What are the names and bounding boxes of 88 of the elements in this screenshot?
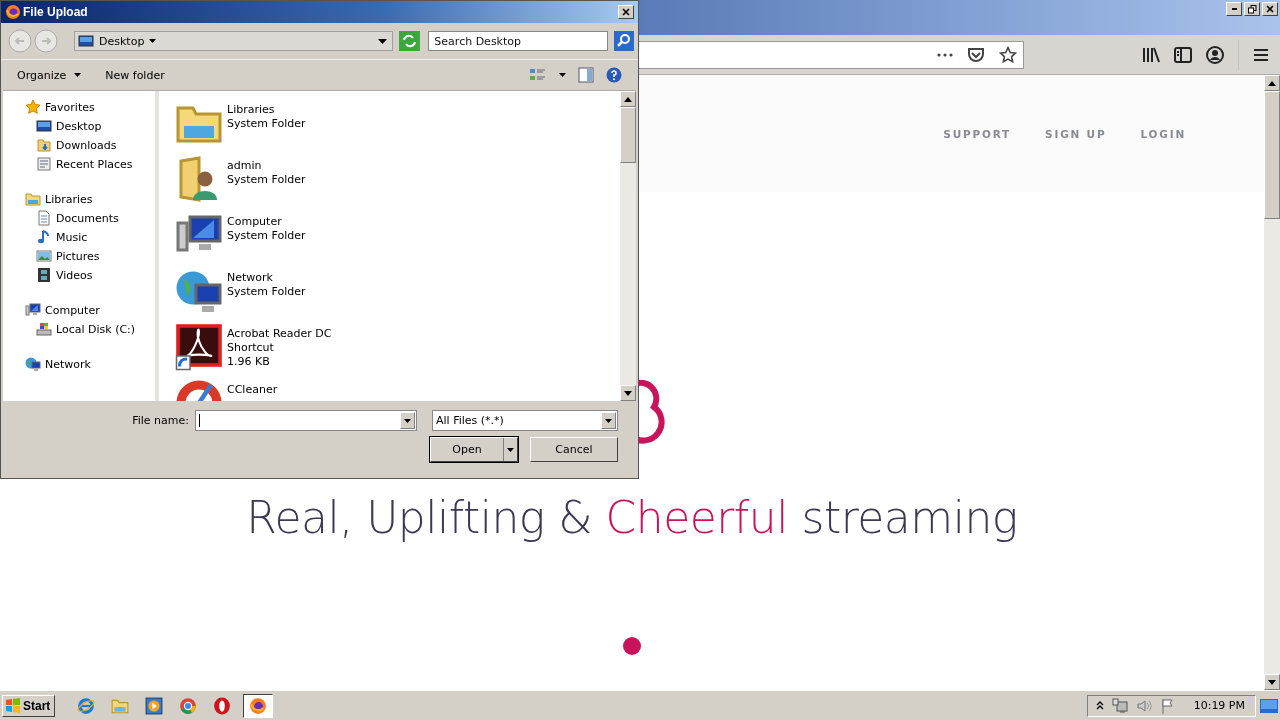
scroll-thumb[interactable] (1264, 91, 1280, 219)
scrollbar[interactable] (1264, 75, 1280, 690)
nav-item[interactable]: Documents (5, 210, 155, 226)
desktop-icon (36, 118, 52, 134)
caret-icon[interactable] (149, 39, 157, 43)
toolbar-button[interactable]: Organize (15, 68, 84, 82)
preview-pane-icon[interactable] (578, 67, 594, 83)
down-arrow-icon[interactable] (624, 390, 632, 396)
close-button[interactable] (1262, 2, 1278, 16)
computer-icon (25, 302, 41, 318)
windows-logo-icon (5, 697, 21, 714)
libraries-icon (25, 191, 41, 207)
loading-dot-icon (623, 637, 641, 655)
close-button[interactable] (618, 5, 634, 19)
taskbar-app[interactable] (243, 693, 274, 718)
star-icon (25, 99, 41, 115)
caret-icon[interactable] (507, 447, 514, 452)
up-arrow-icon[interactable] (624, 96, 632, 102)
minimize-button[interactable] (1226, 2, 1242, 16)
network-status-icon[interactable] (1111, 697, 1128, 714)
restore-button[interactable] (1244, 2, 1260, 16)
firefox-icon[interactable] (5, 4, 21, 20)
down-arrow-icon[interactable] (1268, 679, 1276, 685)
scrollbar[interactable] (620, 91, 636, 401)
nav-item[interactable]: Downloads (5, 137, 155, 153)
file-item[interactable]: Network System Folder (175, 267, 620, 315)
refresh-button[interactable] (399, 31, 421, 51)
close-icon (622, 8, 630, 16)
flag-icon[interactable] (1159, 697, 1176, 714)
file-name-field[interactable] (195, 410, 417, 431)
file-item[interactable]: admin System Folder (175, 155, 620, 203)
scroll-thumb[interactable] (620, 107, 636, 163)
recent-places-icon (36, 156, 52, 172)
folder-icon (36, 137, 52, 153)
network-icon (25, 356, 41, 372)
start-button[interactable]: Start (2, 694, 56, 717)
restore-icon (1247, 4, 1257, 14)
desktop-icon (78, 33, 94, 49)
star-icon[interactable] (999, 45, 1017, 64)
film-icon (36, 267, 52, 283)
pocket-icon[interactable] (967, 46, 985, 63)
file-item[interactable]: CCleaner (175, 379, 620, 401)
close-icon (1266, 5, 1274, 13)
search-field[interactable]: Search Desktop (428, 31, 609, 51)
dialog-title: File Upload (23, 5, 89, 19)
file-name-label: File name: (132, 414, 189, 427)
dropdown-arrow-icon[interactable] (378, 38, 388, 44)
nav-item[interactable]: Pictures (5, 248, 155, 264)
dropdown-arrow-icon[interactable] (605, 418, 612, 423)
menu-icon[interactable] (1253, 47, 1269, 62)
sidebar-icon[interactable] (1174, 46, 1192, 63)
help-icon[interactable] (606, 67, 622, 83)
more-icon[interactable] (937, 52, 953, 57)
headline: Real, Uplifting & Cheerful streaming (246, 492, 1018, 543)
acrobat-icon (175, 323, 223, 371)
file-type-dropdown[interactable]: All Files (*.*) (432, 410, 618, 431)
open-button[interactable]: Open (430, 437, 518, 462)
account-icon[interactable] (1206, 45, 1224, 64)
dropdown-arrow-icon[interactable] (404, 418, 411, 423)
location-bar[interactable]: Desktop (74, 31, 394, 51)
minimize-icon (1231, 8, 1237, 10)
nav-item[interactable]: Favorites (5, 99, 155, 115)
clock[interactable]: 10:19 PM (1193, 699, 1245, 712)
show-desktop-icon[interactable] (1260, 698, 1278, 713)
nav-item[interactable]: Videos (5, 267, 155, 283)
music-icon (36, 229, 52, 245)
pictures-icon (36, 248, 52, 264)
search-button[interactable] (614, 31, 634, 51)
nav-item[interactable]: Desktop (5, 118, 155, 134)
nav-item[interactable]: Computer (5, 302, 155, 318)
nav-item[interactable]: Libraries (5, 191, 155, 207)
chevron-icon[interactable] (1095, 701, 1104, 710)
toolbar-button[interactable]: New folder (103, 68, 167, 82)
cancel-button[interactable]: Cancel (530, 437, 618, 462)
firefox-icon[interactable] (249, 696, 268, 715)
file-item[interactable]: Computer System Folder (175, 211, 620, 259)
nav-item[interactable]: Recent Places (5, 156, 155, 172)
nav-item[interactable]: Music (5, 229, 155, 245)
library-icon[interactable] (1142, 46, 1160, 63)
nav-item[interactable]: Local Disk (C:) (5, 321, 155, 337)
disk-icon (36, 321, 52, 337)
file-item[interactable]: Libraries System Folder (175, 99, 620, 147)
nav-item[interactable]: Network (5, 356, 155, 372)
document-icon (36, 210, 52, 226)
caret-icon (74, 73, 82, 77)
up-arrow-icon[interactable] (1268, 80, 1276, 86)
caret-icon[interactable] (559, 73, 566, 77)
file-item[interactable]: Acrobat Reader DC Shortcut 1.96 KB (175, 323, 620, 371)
